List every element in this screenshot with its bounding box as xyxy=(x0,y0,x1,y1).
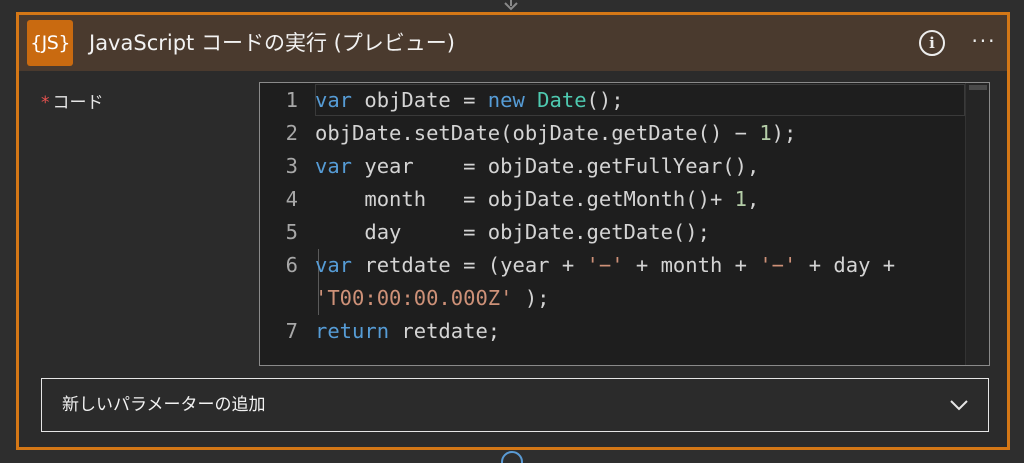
code-token: retdate = (year + xyxy=(352,253,587,277)
code-label-text: コード xyxy=(52,93,104,113)
code-line[interactable]: 3 var year = objDate.getFullYear(), xyxy=(260,150,965,183)
code-token: year = objDate.getFullYear(), xyxy=(352,154,760,178)
line-number: 3 xyxy=(285,154,298,178)
code-text: objDate.setDate(objDate.getDate() − 1); xyxy=(315,117,796,150)
required-asterisk: * xyxy=(41,93,50,113)
editor-scrollbar[interactable] xyxy=(965,83,989,365)
code-editor[interactable]: 1 var objDate = new Date(); 2 objDate.setDa… xyxy=(259,82,990,366)
js-action-card: {JS} JavaScript コードの実行 (プレビュー) i ··· * コー… xyxy=(16,12,1010,450)
line-number: 4 xyxy=(285,187,298,211)
chevron-down-icon xyxy=(950,400,968,411)
card-title: JavaScript コードの実行 (プレビュー) xyxy=(89,31,456,55)
code-text: var year = objDate.getFullYear(), xyxy=(315,150,759,183)
code-token: retdate; xyxy=(389,319,501,343)
code-token: var xyxy=(315,253,353,277)
flow-canvas: {JS} JavaScript コードの実行 (プレビュー) i ··· * コー… xyxy=(0,0,1024,463)
code-line[interactable]: 5 day = objDate.getDate(); xyxy=(260,216,965,249)
code-token: month = objDate.getMonth()+ xyxy=(315,187,735,211)
more-options-icon[interactable]: ··· xyxy=(969,31,999,55)
code-token: , xyxy=(746,187,760,211)
add-parameter-label: 新しいパラメーターの追加 xyxy=(62,395,266,415)
code-token: var xyxy=(315,154,353,178)
code-token: + day + xyxy=(796,253,896,277)
code-token: 1 xyxy=(734,187,747,211)
code-token: Date xyxy=(537,88,587,112)
code-token: 'T00:00:00.000Z' xyxy=(315,286,513,310)
code-line[interactable]: 1 var objDate = new Date(); xyxy=(260,84,965,117)
code-token: (); xyxy=(586,88,624,112)
code-line[interactable]: 7 return retdate; xyxy=(260,315,965,348)
add-parameter-dropdown[interactable]: 新しいパラメーターの追加 xyxy=(41,378,989,432)
connector-add-icon[interactable] xyxy=(500,448,524,463)
line-number: 7 xyxy=(285,319,298,343)
code-field-label: * コード xyxy=(41,91,104,115)
line-number: 1 xyxy=(285,88,298,112)
code-token: ); xyxy=(512,286,550,310)
code-token: objDate = xyxy=(352,88,488,112)
code-text: var retdate = (year + '−' + month + '−' … xyxy=(315,249,895,282)
code-token: var xyxy=(315,88,353,112)
code-text: 'T00:00:00.000Z' ); xyxy=(315,282,550,315)
code-line[interactable]: 'T00:00:00.000Z' ); xyxy=(260,282,965,315)
card-header[interactable]: {JS} JavaScript コードの実行 (プレビュー) i ··· xyxy=(19,15,1007,71)
code-line[interactable]: 2 objDate.setDate(objDate.getDate() − 1); xyxy=(260,117,965,150)
code-token: day = objDate.getDate(); xyxy=(315,220,710,244)
code-token: '−' xyxy=(759,253,797,277)
code-text: var objDate = new Date(); xyxy=(315,84,624,117)
code-token: return xyxy=(315,319,390,343)
code-text: return retdate; xyxy=(315,315,500,348)
javascript-icon: {JS} xyxy=(27,20,73,66)
code-token: 1 xyxy=(759,121,772,145)
code-token: + month + xyxy=(623,253,760,277)
code-token: ); xyxy=(771,121,797,145)
scrollbar-thumb[interactable] xyxy=(969,85,987,90)
line-number: 2 xyxy=(285,121,298,145)
code-token: objDate.setDate(objDate.getDate() − xyxy=(315,121,760,145)
code-token: new xyxy=(487,88,525,112)
line-number: 5 xyxy=(285,220,298,244)
line-number: 6 xyxy=(285,253,298,277)
code-text: month = objDate.getMonth()+ 1, xyxy=(315,183,759,216)
code-text: day = objDate.getDate(); xyxy=(315,216,710,249)
code-line[interactable]: 4 month = objDate.getMonth()+ 1, xyxy=(260,183,965,216)
info-icon[interactable]: i xyxy=(919,30,945,56)
code-token: '−' xyxy=(586,253,624,277)
code-line[interactable]: 6 var retdate = (year + '−' + month + '−'… xyxy=(260,249,965,282)
